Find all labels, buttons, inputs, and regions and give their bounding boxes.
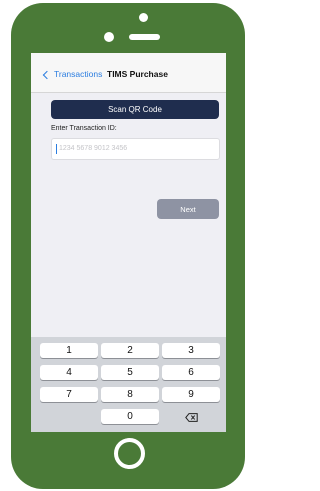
transaction-id-field[interactable] [51, 138, 220, 160]
delete-key[interactable] [162, 409, 220, 424]
phone-screen: Transactions TIMS Purchase Scan QR Code … [31, 53, 226, 432]
chevron-left-icon [42, 70, 52, 79]
key-3[interactable]: 3 [162, 343, 220, 358]
front-camera [104, 32, 114, 42]
key-6[interactable]: 6 [162, 365, 220, 380]
earpiece-speaker [129, 34, 160, 40]
key-8[interactable]: 8 [101, 387, 159, 402]
next-button[interactable]: Next [157, 199, 219, 219]
proximity-sensor [139, 13, 148, 22]
key-4[interactable]: 4 [40, 365, 98, 380]
text-cursor [56, 144, 57, 154]
transaction-id-label: Enter Transaction ID: [51, 125, 117, 132]
key-7[interactable]: 7 [40, 387, 98, 402]
scan-qr-button[interactable]: Scan QR Code [51, 100, 219, 119]
backspace-icon [185, 412, 198, 422]
key-0[interactable]: 0 [101, 409, 159, 424]
back-button[interactable]: Transactions [42, 68, 103, 80]
page-title: TIMS Purchase [107, 69, 168, 79]
back-button-label: Transactions [54, 69, 103, 79]
key-1[interactable]: 1 [40, 343, 98, 358]
key-empty [40, 409, 98, 424]
navigation-bar: Transactions TIMS Purchase [31, 53, 226, 93]
transaction-id-input[interactable] [59, 141, 214, 156]
key-2[interactable]: 2 [101, 343, 159, 358]
home-button[interactable] [114, 438, 145, 469]
key-5[interactable]: 5 [101, 365, 159, 380]
key-9[interactable]: 9 [162, 387, 220, 402]
numeric-keypad: 1 2 3 4 5 6 7 8 9 0 [31, 337, 226, 432]
